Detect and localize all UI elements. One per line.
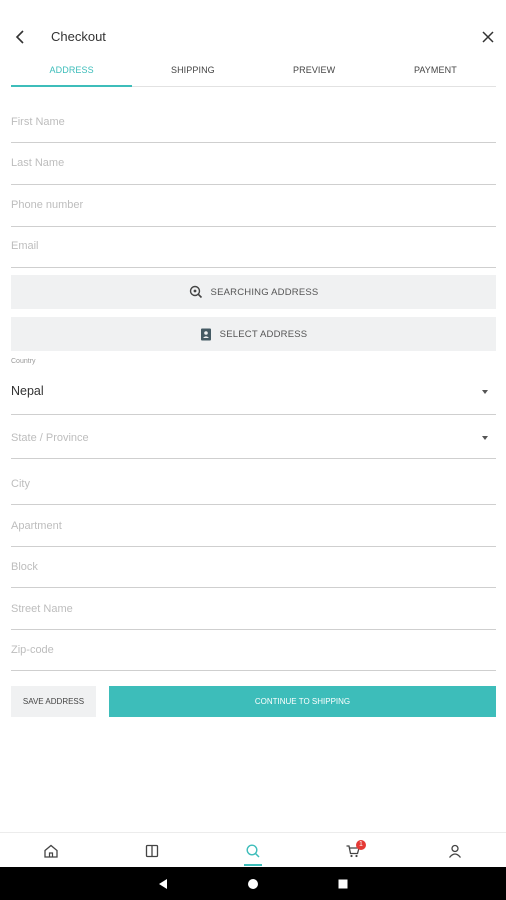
search-address-button[interactable]: SEARCHING ADDRESS bbox=[11, 275, 496, 309]
checkout-tabs: ADDRESS SHIPPING PREVIEW PAYMENT bbox=[11, 58, 496, 87]
phone-placeholder: Phone number bbox=[11, 199, 84, 211]
tab-preview[interactable]: PREVIEW bbox=[254, 58, 375, 86]
nav-catalog[interactable] bbox=[122, 833, 182, 868]
profile-icon bbox=[448, 844, 462, 858]
city-placeholder: City bbox=[11, 478, 30, 490]
back-arrow-icon[interactable] bbox=[10, 26, 32, 48]
system-home-icon[interactable] bbox=[238, 867, 268, 900]
apartment-placeholder: Apartment bbox=[11, 520, 62, 532]
phone-field[interactable]: Phone number bbox=[11, 192, 496, 227]
tab-address[interactable]: ADDRESS bbox=[11, 58, 133, 87]
bottom-navigation: 1 bbox=[0, 832, 506, 868]
nav-home[interactable] bbox=[21, 833, 81, 868]
zip-placeholder: Zip-code bbox=[11, 644, 54, 656]
first-name-placeholder: First Name bbox=[11, 116, 65, 128]
city-field[interactable]: City bbox=[11, 470, 496, 505]
block-placeholder: Block bbox=[11, 561, 38, 573]
catalog-icon bbox=[145, 844, 159, 857]
first-name-field[interactable]: First Name bbox=[11, 108, 496, 143]
search-location-icon bbox=[189, 285, 202, 299]
continue-to-shipping-button[interactable]: CONTINUE TO SHIPPING bbox=[109, 686, 496, 717]
street-field[interactable]: Street Name bbox=[11, 595, 496, 630]
email-field[interactable]: Email bbox=[11, 233, 496, 268]
zip-field[interactable]: Zip-code bbox=[11, 636, 496, 671]
search-address-label: SEARCHING ADDRESS bbox=[210, 286, 319, 298]
tab-shipping[interactable]: SHIPPING bbox=[132, 58, 253, 86]
chevron-down-icon bbox=[482, 436, 488, 440]
last-name-field[interactable]: Last Name bbox=[11, 150, 496, 185]
nav-profile[interactable] bbox=[425, 833, 485, 868]
page-title: Checkout bbox=[51, 29, 106, 44]
select-address-button[interactable]: SELECT ADDRESS bbox=[11, 317, 496, 351]
save-address-button[interactable]: SAVE ADDRESS bbox=[11, 686, 96, 717]
email-placeholder: Email bbox=[11, 240, 39, 252]
address-book-icon bbox=[200, 328, 211, 340]
select-address-label: SELECT ADDRESS bbox=[219, 328, 308, 340]
block-field[interactable]: Block bbox=[11, 553, 496, 588]
nav-cart[interactable]: 1 bbox=[323, 833, 383, 868]
state-select[interactable]: State / Province bbox=[11, 424, 496, 459]
system-navigation-bar bbox=[0, 867, 506, 900]
nav-search[interactable] bbox=[223, 833, 283, 868]
country-value: Nepal bbox=[11, 384, 44, 398]
last-name-placeholder: Last Name bbox=[11, 157, 65, 169]
country-select[interactable] bbox=[11, 378, 496, 415]
search-icon bbox=[246, 843, 260, 858]
street-placeholder: Street Name bbox=[11, 603, 73, 615]
active-nav-indicator bbox=[244, 864, 262, 866]
cart-badge: 1 bbox=[356, 840, 366, 850]
tab-payment[interactable]: PAYMENT bbox=[375, 58, 496, 86]
state-placeholder: State / Province bbox=[11, 432, 89, 444]
system-recents-icon[interactable] bbox=[328, 867, 358, 900]
system-back-icon[interactable] bbox=[148, 867, 178, 900]
close-icon[interactable] bbox=[478, 27, 498, 47]
chevron-down-icon bbox=[482, 390, 488, 394]
home-icon bbox=[44, 844, 58, 858]
country-label: Country bbox=[11, 358, 36, 365]
apartment-field[interactable]: Apartment bbox=[11, 512, 496, 547]
